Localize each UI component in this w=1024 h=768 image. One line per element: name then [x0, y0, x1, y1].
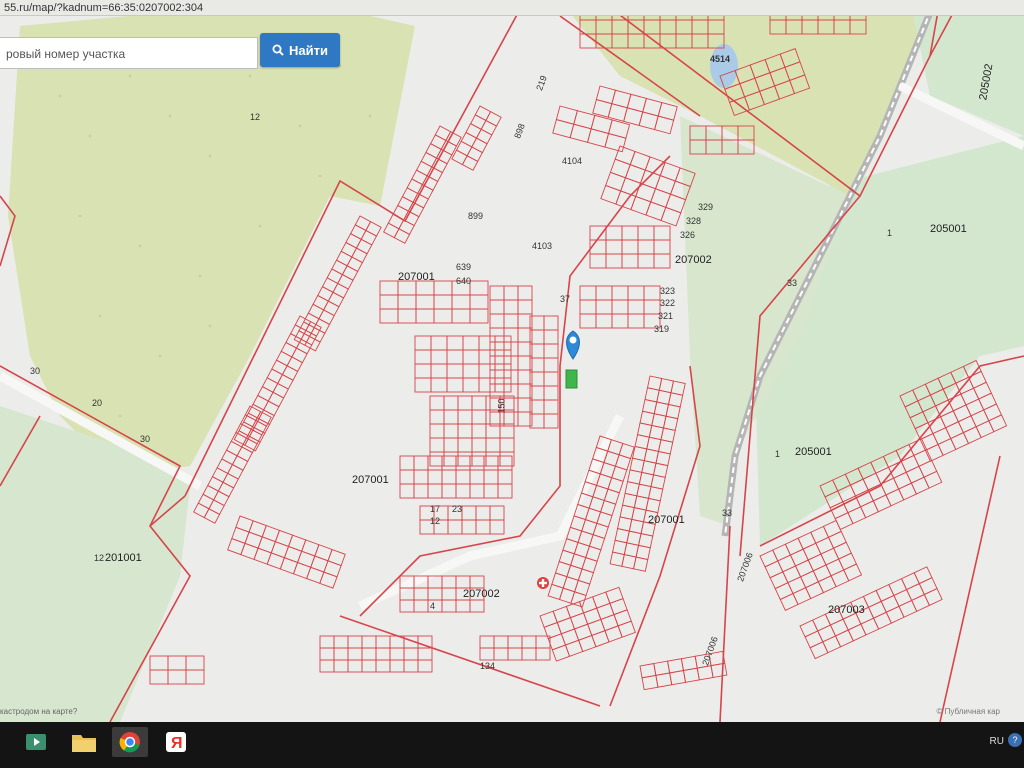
- parcel-label: 1: [775, 449, 781, 459]
- map-attribution[interactable]: © Публичная кар: [937, 707, 1000, 716]
- parcel-label: 17: [430, 504, 441, 514]
- parcel-label: 23: [452, 504, 463, 514]
- map-question-link[interactable]: кастродом на карте?: [0, 707, 77, 716]
- parcel-label: 329: [698, 202, 714, 212]
- parcel-label: 4: [430, 601, 436, 611]
- parcel-label: 321: [658, 311, 674, 321]
- block-label: 207001: [398, 271, 435, 283]
- parcel-label: 640: [456, 276, 472, 286]
- cadastral-number-input[interactable]: ровый номер участка: [0, 37, 258, 69]
- block-label: 205001: [930, 223, 967, 235]
- parcel-label: 30: [30, 366, 41, 376]
- parcel-label: 33: [787, 278, 798, 288]
- screen: 55.ru/map/?kadnum=66:35:0207002:304 2070…: [0, 0, 1024, 768]
- parcel-label: 899: [468, 211, 484, 221]
- svg-text:Я: Я: [171, 735, 183, 752]
- parcel-label: 12: [430, 516, 441, 526]
- parcel-label: 328: [686, 216, 702, 226]
- block-label: 207001: [648, 514, 685, 526]
- block-label: 201001: [105, 552, 142, 564]
- taskbar: Я RU ?: [0, 722, 1024, 768]
- parcel-label: 322: [660, 298, 676, 308]
- parcel-label: 326: [680, 230, 696, 240]
- search-button-label: Найти: [289, 42, 328, 58]
- hospital-marker: [537, 577, 549, 589]
- parcel-label: 134: [480, 661, 496, 671]
- parcel-label: 4103: [532, 241, 553, 251]
- block-label: 207002: [463, 588, 500, 600]
- help-icon[interactable]: ?: [1008, 733, 1022, 747]
- block-label: 207001: [352, 474, 389, 486]
- block-label: 207003: [828, 604, 865, 616]
- media-player-icon[interactable]: [18, 727, 54, 757]
- search-button[interactable]: Найти: [260, 33, 340, 67]
- parcel-label: 33: [722, 508, 733, 518]
- yandex-icon[interactable]: Я: [158, 727, 194, 757]
- address-bar[interactable]: 55.ru/map/?kadnum=66:35:0207002:304: [0, 0, 1024, 16]
- parcel-label: 639: [456, 262, 472, 272]
- parcel-label: 12: [250, 112, 261, 122]
- parcel-label: 150: [496, 398, 507, 414]
- search-icon: [272, 44, 284, 56]
- parcel-label: 20: [92, 398, 103, 408]
- block-label: 205001: [795, 446, 832, 458]
- map-canvas[interactable]: [0, 16, 1024, 722]
- parcel-label: 4104: [562, 156, 583, 166]
- parcel-label: 4514: [710, 54, 731, 64]
- parcel-label: 12: [94, 553, 105, 563]
- parcel-label: 319: [654, 324, 670, 334]
- parcel-label: 323: [660, 286, 676, 296]
- parcel-label: 37: [560, 294, 571, 304]
- selected-parcel: [565, 369, 578, 389]
- water-pond: [710, 44, 738, 88]
- chrome-icon[interactable]: [112, 727, 148, 757]
- cadastral-map[interactable]: 207001 207001 207002 207002 207001 20700…: [0, 16, 1024, 722]
- language-indicator[interactable]: RU: [990, 736, 1004, 747]
- file-manager-icon[interactable]: [66, 727, 102, 757]
- parcel-label: 1: [887, 228, 893, 238]
- parcel-label: 30: [140, 434, 151, 444]
- block-label: 207002: [675, 254, 712, 266]
